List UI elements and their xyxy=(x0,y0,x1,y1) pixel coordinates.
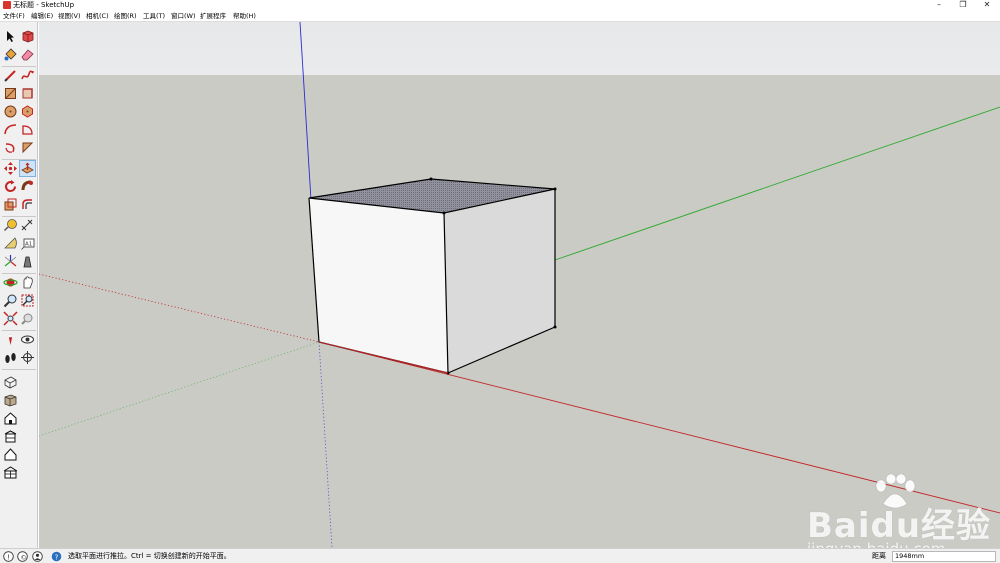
select-icon[interactable] xyxy=(3,29,18,44)
window-title: 无标题 - SketchUp xyxy=(13,1,75,9)
minimize-button[interactable]: – xyxy=(928,0,950,11)
menu-help[interactable]: 帮助(H) xyxy=(233,11,256,22)
menu-camera[interactable]: 相机(C) xyxy=(86,11,109,22)
menu-file[interactable]: 文件(F) xyxy=(3,11,25,22)
polygon-icon[interactable] xyxy=(20,104,35,119)
svg-text:A1: A1 xyxy=(25,242,32,248)
menu-extensions[interactable]: 扩展程序 xyxy=(200,11,226,22)
push-pull-icon[interactable] xyxy=(19,160,36,177)
help-icon[interactable]: ? xyxy=(51,551,62,562)
baidu-watermark: Baidu经验 jingyan.baidu.com xyxy=(797,474,997,548)
top-view-icon[interactable] xyxy=(3,393,18,408)
pan-icon[interactable] xyxy=(20,275,35,290)
text-icon[interactable]: A1 xyxy=(20,236,35,251)
menu-view[interactable]: 视图(V) xyxy=(58,11,81,22)
look-around-icon[interactable] xyxy=(20,332,35,347)
zoom-extents-icon[interactable] xyxy=(3,311,18,326)
eraser-icon[interactable] xyxy=(20,47,35,62)
toolbar-separator xyxy=(2,216,36,217)
title-bar: 无标题 - SketchUp – ❐ ✕ xyxy=(0,0,1000,11)
back-view-icon[interactable] xyxy=(3,447,18,462)
3d-text-icon[interactable] xyxy=(20,254,35,269)
line-icon[interactable] xyxy=(3,68,18,83)
menu-bar: 文件(F) 编辑(E) 视图(V) 相机(C) 绘图(R) 工具(T) 窗口(W… xyxy=(0,11,1000,22)
scale-icon[interactable] xyxy=(3,197,18,212)
follow-me-icon[interactable] xyxy=(20,179,35,194)
measurements-label: 距离 xyxy=(872,552,886,560)
section-plane-icon[interactable] xyxy=(20,350,35,365)
svg-text:?: ? xyxy=(55,553,59,561)
sketchup-logo-icon xyxy=(3,1,11,9)
rectangle-icon[interactable] xyxy=(3,86,18,101)
rotate-icon[interactable] xyxy=(3,179,18,194)
paint-bucket-icon[interactable] xyxy=(3,47,18,62)
component-icon[interactable] xyxy=(20,29,35,44)
menu-tools[interactable]: 工具(T) xyxy=(143,11,165,22)
freehand-icon[interactable] xyxy=(20,68,35,83)
toolbar-separator xyxy=(2,66,36,67)
menu-edit[interactable]: 编辑(E) xyxy=(31,11,53,22)
toolbar-separator xyxy=(2,159,36,160)
large-tool-set-toolbar: A1 xyxy=(0,22,38,548)
rotated-rectangle-icon[interactable] xyxy=(20,86,35,101)
left-view-icon[interactable] xyxy=(3,465,18,480)
info-icon[interactable]: ! xyxy=(3,551,14,562)
toolbar-separator xyxy=(2,330,36,331)
orbit-icon[interactable] xyxy=(3,275,18,290)
dimension-icon[interactable] xyxy=(20,218,35,233)
previous-view-icon[interactable] xyxy=(20,311,35,326)
svg-text:!: ! xyxy=(7,553,10,561)
modeling-viewport[interactable]: Baidu经验 jingyan.baidu.com xyxy=(39,22,1000,548)
walk-icon[interactable] xyxy=(3,350,18,365)
front-view-icon[interactable] xyxy=(3,411,18,426)
protractor-icon[interactable] xyxy=(3,236,18,251)
offset-icon[interactable] xyxy=(20,197,35,212)
menu-draw[interactable]: 绘图(R) xyxy=(114,11,137,22)
right-view-icon[interactable] xyxy=(3,429,18,444)
two-point-arc-icon[interactable] xyxy=(3,140,18,155)
pie-icon[interactable] xyxy=(20,122,35,137)
user-icon[interactable] xyxy=(32,551,43,562)
sketchup-window: 无标题 - SketchUp – ❐ ✕ 文件(F) 编辑(E) 视图(V) 相… xyxy=(0,0,1000,563)
circle-icon[interactable] xyxy=(3,104,18,119)
menu-window[interactable]: 窗口(W) xyxy=(171,11,196,22)
credit-icon[interactable]: © xyxy=(17,551,28,562)
sky xyxy=(39,22,1000,75)
watermark-url: jingyan.baidu.com xyxy=(807,540,945,548)
zoom-icon[interactable] xyxy=(3,293,18,308)
status-message: 选取平面进行推拉。Ctrl = 切换创建新的开始平面。 xyxy=(68,552,231,560)
position-camera-icon[interactable] xyxy=(3,332,18,347)
iso-view-icon[interactable] xyxy=(3,375,18,390)
status-bar: ! © ? 选取平面进行推拉。Ctrl = 切换创建新的开始平面。 距离 194… xyxy=(0,548,1000,563)
scene-canvas[interactable] xyxy=(39,22,1000,548)
toolbar-separator xyxy=(2,273,36,274)
axes-icon[interactable] xyxy=(3,254,18,269)
close-button[interactable]: ✕ xyxy=(976,0,998,11)
tape-measure-icon[interactable] xyxy=(3,218,18,233)
measurements-input[interactable]: 1948mm xyxy=(892,551,996,562)
toolbar-separator xyxy=(2,369,36,370)
maximize-button[interactable]: ❐ xyxy=(952,0,974,11)
zoom-window-icon[interactable] xyxy=(20,293,35,308)
move-icon[interactable] xyxy=(3,161,18,176)
three-point-arc-icon[interactable] xyxy=(20,140,35,155)
arc-icon[interactable] xyxy=(3,122,18,137)
svg-text:©: © xyxy=(20,553,27,561)
